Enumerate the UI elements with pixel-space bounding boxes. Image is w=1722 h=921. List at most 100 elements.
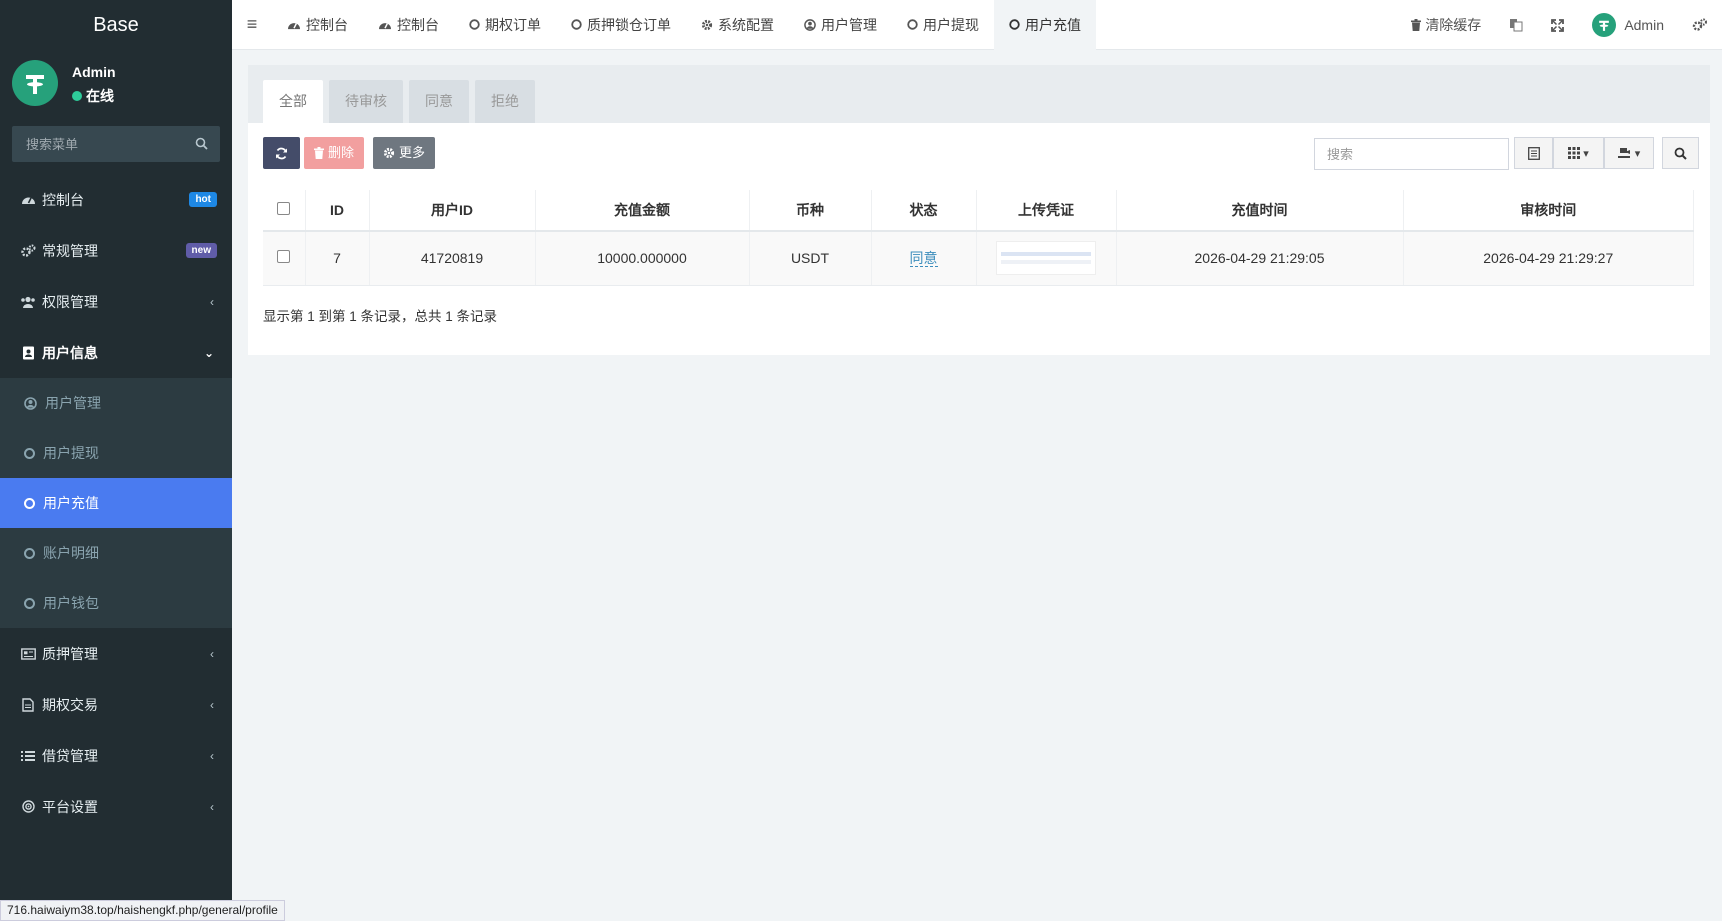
circle-icon (24, 597, 35, 609)
translate-icon[interactable] (1495, 18, 1537, 32)
sidebar-menu: 控制台 hot 常规管理 new 权限管理 ‹ 用户信息 ⌄ 用户管理 用户提现 (0, 174, 232, 832)
sidebar-item-user-recharge[interactable]: 用户充值 (0, 478, 232, 528)
table-search-input[interactable] (1314, 138, 1509, 170)
sidebar-item-user-info[interactable]: 用户信息 ⌄ (0, 327, 232, 378)
browser-status-url: 716.haiwaiym38.top/haishengkf.php/genera… (0, 900, 285, 921)
tab-user-recharge[interactable]: 用户充值 (994, 0, 1096, 50)
sidebar-subitem-label: 用户管理 (45, 395, 101, 411)
more-label: 更多 (399, 145, 426, 160)
toggle-view-button[interactable] (1514, 137, 1553, 169)
sidebar-item-platform[interactable]: 平台设置 ‹ (0, 781, 232, 832)
list-icon (20, 750, 36, 762)
col-amount[interactable]: 充值金额 (535, 190, 750, 232)
user-status: 在线 (72, 86, 114, 106)
col-currency[interactable]: 币种 (749, 190, 872, 232)
user-name: Admin (72, 64, 116, 80)
table-header-row: ID 用户ID 充值金额 币种 状态 上传凭证 充值时间 审核时间 (263, 190, 1694, 232)
col-voucher[interactable]: 上传凭证 (976, 190, 1117, 232)
tab-user-withdraw[interactable]: 用户提现 (892, 0, 994, 50)
brand-logo[interactable]: Base (0, 0, 232, 50)
new-badge: new (185, 243, 217, 258)
sidebar-item-label: 常规管理 (42, 242, 98, 259)
tab-label: 控制台 (306, 16, 348, 33)
table-toolbar: 删除 更多 ▾ ▾ (248, 137, 1710, 185)
chevron-left-icon: ‹ (210, 749, 214, 763)
circle-icon (907, 19, 918, 30)
col-user-id[interactable]: 用户ID (369, 190, 536, 232)
menu-search-input[interactable] (12, 126, 220, 162)
circle-icon (1009, 19, 1020, 30)
filter-tab-all[interactable]: 全部 (263, 80, 323, 123)
sidebar-item-pledge[interactable]: 质押管理 ‹ (0, 628, 232, 679)
sidebar-item-label: 借贷管理 (42, 747, 98, 764)
sidebar-item-options[interactable]: 期权交易 ‹ (0, 679, 232, 730)
tab-option-orders[interactable]: 期权订单 (454, 0, 556, 50)
cell-voucher (976, 231, 1117, 286)
fullscreen-icon[interactable] (1537, 18, 1578, 32)
status-link[interactable]: 同意 (909, 250, 938, 268)
refresh-button[interactable] (263, 137, 300, 169)
voucher-thumbnail[interactable] (996, 241, 1096, 276)
filter-tab-rejected[interactable]: 拒绝 (475, 80, 535, 123)
tab-dashboard-2[interactable]: 控制台 (363, 0, 454, 50)
user-panel: Admin 在线 (0, 50, 232, 116)
col-review-time[interactable]: 审核时间 (1403, 190, 1694, 232)
gears-icon (20, 244, 36, 258)
cell-status: 同意 (871, 231, 977, 286)
col-id[interactable]: ID (305, 190, 370, 232)
tab-label: 期权订单 (485, 16, 541, 33)
menu-search (12, 126, 220, 162)
clear-cache-button[interactable]: 清除缓存 (1397, 15, 1495, 35)
sidebar-item-loan[interactable]: 借贷管理 ‹ (0, 730, 232, 781)
search-button[interactable] (1662, 137, 1699, 169)
dashboard-icon (20, 193, 36, 206)
sidebar-item-dashboard[interactable]: 控制台 hot (0, 174, 232, 225)
address-book-icon (20, 346, 36, 360)
delete-button[interactable]: 删除 (304, 137, 365, 169)
hamburger-icon[interactable]: ≡ (232, 14, 272, 35)
sidebar: Base Admin 在线 控制台 hot 常规管理 new 权限管理 ‹ (0, 0, 232, 921)
search-icon[interactable] (195, 137, 208, 153)
trash-icon (314, 147, 324, 159)
sidebar-subitem-label: 账户明细 (43, 545, 99, 561)
cell-currency: USDT (749, 231, 872, 286)
more-button[interactable]: 更多 (373, 137, 436, 169)
tab-dashboard[interactable]: 控制台 (272, 0, 363, 50)
export-button[interactable]: ▾ (1604, 137, 1654, 169)
sidebar-item-label: 质押管理 (42, 645, 98, 662)
col-status[interactable]: 状态 (871, 190, 977, 232)
tab-pledge-orders[interactable]: 质押锁仓订单 (556, 0, 686, 50)
tab-user-manage[interactable]: 用户管理 (789, 0, 892, 50)
sidebar-item-account-detail[interactable]: 账户明细 (0, 528, 232, 578)
col-recharge-time[interactable]: 充值时间 (1116, 190, 1404, 232)
chevron-down-icon: ⌄ (203, 346, 214, 360)
export-icon (1617, 147, 1632, 159)
tab-label: 系统配置 (718, 16, 774, 33)
admin-menu[interactable]: Admin (1578, 13, 1678, 37)
table-row[interactable]: 7 41720819 10000.000000 USDT 同意 2026-04-… (263, 231, 1694, 286)
user-circle-icon (804, 18, 816, 31)
file-text-icon (20, 697, 36, 712)
avatar[interactable] (12, 60, 58, 106)
select-all-checkbox[interactable] (277, 202, 291, 215)
sidebar-item-general[interactable]: 常规管理 new (0, 225, 232, 276)
tab-system-config[interactable]: 系统配置 (686, 0, 789, 50)
sidebar-item-user-withdraw[interactable]: 用户提现 (0, 428, 232, 478)
sidebar-item-user-manage[interactable]: 用户管理 (0, 378, 232, 428)
gears-icon[interactable] (1678, 18, 1722, 32)
row-checkbox[interactable] (277, 250, 291, 264)
user-circle-icon (24, 396, 37, 410)
avatar (1592, 13, 1617, 37)
gear-icon (701, 19, 713, 31)
bullseye-icon (20, 800, 36, 813)
circle-icon (571, 19, 582, 30)
filter-tab-pending[interactable]: 待审核 (329, 80, 403, 123)
tab-label: 控制台 (397, 16, 439, 33)
caret-down-icon: ▾ (1583, 147, 1589, 160)
filter-tab-approved[interactable]: 同意 (409, 80, 469, 123)
sidebar-item-permission[interactable]: 权限管理 ‹ (0, 276, 232, 327)
sidebar-item-user-wallet[interactable]: 用户钱包 (0, 578, 232, 628)
tab-label: 用户充值 (1025, 16, 1081, 33)
chevron-left-icon: ‹ (210, 800, 214, 814)
columns-button[interactable]: ▾ (1553, 137, 1604, 169)
